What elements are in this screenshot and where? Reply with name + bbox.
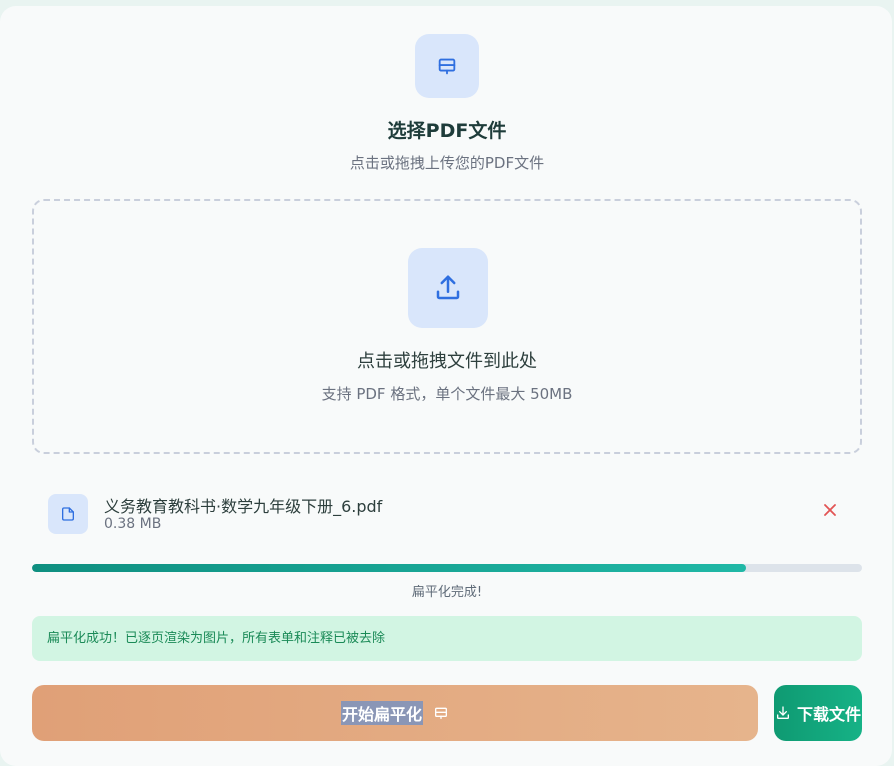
download-button[interactable]: 下载文件 xyxy=(774,685,862,741)
file-size: 0.38 MB xyxy=(104,516,162,532)
progress-fill xyxy=(32,564,746,572)
file-name: 义务教育教科书·数学九年级下册_6.pdf xyxy=(104,497,383,516)
close-icon xyxy=(824,504,836,516)
dropzone-title: 点击或拖拽文件到此处 xyxy=(357,351,537,372)
file-dropzone[interactable]: 点击或拖拽文件到此处 支持 PDF 格式，单个文件最大 50MB xyxy=(32,199,862,454)
flatten-icon xyxy=(435,707,447,719)
remove-file-button[interactable] xyxy=(820,502,840,522)
dropzone-hint: 支持 PDF 格式，单个文件最大 50MB xyxy=(321,385,573,403)
start-flatten-label: 开始扁平化 xyxy=(340,701,423,725)
start-flatten-button[interactable]: 开始扁平化 xyxy=(32,685,758,741)
document-icon xyxy=(48,494,88,534)
flatten-icon xyxy=(415,34,479,98)
success-message: 扁平化成功！已逐页渲染为图片，所有表单和注释已被去除 xyxy=(32,616,862,661)
progress-bar xyxy=(32,564,862,572)
upload-icon xyxy=(408,248,488,328)
download-icon xyxy=(776,706,789,719)
file-item: 义务教育教科书·数学九年级下册_6.pdf 0.38 MB xyxy=(32,484,862,540)
page-subtitle: 点击或拖拽上传您的PDF文件 xyxy=(349,154,545,172)
download-label: 下载文件 xyxy=(796,707,861,724)
progress-status: 扁平化完成! xyxy=(411,585,483,600)
page-title: 选择PDF文件 xyxy=(387,120,507,142)
